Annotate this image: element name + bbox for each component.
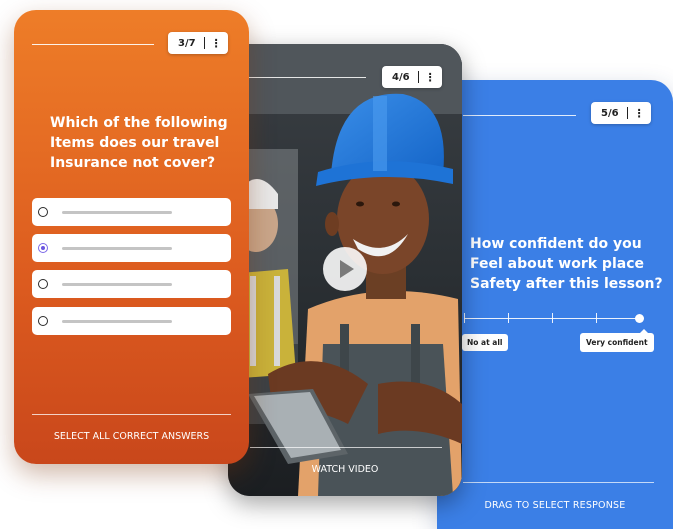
- counter-separator: [626, 107, 628, 119]
- counter-separator: [203, 37, 205, 49]
- answer-placeholder-bar: [62, 319, 172, 323]
- instruction-text: DRAG TO SELECT RESPONSE: [484, 500, 626, 511]
- slider-tick: [508, 313, 509, 323]
- radio-button-selected[interactable]: [38, 243, 48, 253]
- play-icon: [340, 260, 354, 278]
- step-counter-label: 3/7: [178, 37, 196, 49]
- footer-divider: [32, 414, 231, 415]
- slider-tick: [464, 313, 465, 323]
- answer-placeholder-bar: [62, 282, 172, 286]
- slider-tick: [552, 313, 553, 323]
- step-counter-label: 5/6: [601, 107, 619, 119]
- footer-divider: [250, 447, 442, 448]
- answer-placeholder-bar: [62, 246, 172, 250]
- answer-placeholder-bar: [62, 210, 172, 214]
- kebab-menu-icon[interactable]: ⋮: [425, 72, 436, 83]
- step-counter[interactable]: 3/7 ⋮: [168, 32, 228, 54]
- instruction-text: WATCH VIDEO: [311, 464, 379, 475]
- multiple-choice-card: 3/7 ⋮ Which of the following Items does …: [14, 10, 249, 464]
- question-text: How confident do you Feel about work pla…: [470, 236, 663, 292]
- radio-button[interactable]: [38, 279, 48, 289]
- radio-button[interactable]: [38, 316, 48, 326]
- video-lesson-card: 4/6 ⋮ WATCH VIDEO: [228, 44, 462, 496]
- kebab-menu-icon[interactable]: ⋮: [211, 38, 222, 49]
- radio-button[interactable]: [38, 207, 48, 217]
- slider-handle[interactable]: [635, 314, 644, 323]
- slider-min-label: No at all: [462, 334, 508, 351]
- slider-tick: [596, 313, 597, 323]
- instruction-text: SELECT ALL CORRECT ANSWERS: [53, 431, 210, 442]
- header-divider: [32, 44, 154, 45]
- slider-max-label: Very confident: [580, 329, 654, 352]
- step-counter[interactable]: 5/6 ⋮: [591, 102, 651, 124]
- answer-option[interactable]: [32, 198, 231, 226]
- question-text: Which of the following Items does our tr…: [50, 115, 228, 171]
- footer-divider: [463, 482, 654, 483]
- play-button[interactable]: [323, 247, 367, 291]
- kebab-menu-icon[interactable]: ⋮: [634, 108, 645, 119]
- answer-option[interactable]: [32, 270, 231, 298]
- step-counter-label: 4/6: [392, 71, 410, 83]
- confidence-question-card: 5/6 ⋮ How confident do you Feel about wo…: [437, 80, 673, 529]
- answer-option[interactable]: [32, 234, 231, 262]
- header-divider: [463, 115, 576, 116]
- step-counter[interactable]: 4/6 ⋮: [382, 66, 442, 88]
- header-divider: [246, 77, 366, 78]
- counter-separator: [417, 71, 419, 83]
- answer-option[interactable]: [32, 307, 231, 335]
